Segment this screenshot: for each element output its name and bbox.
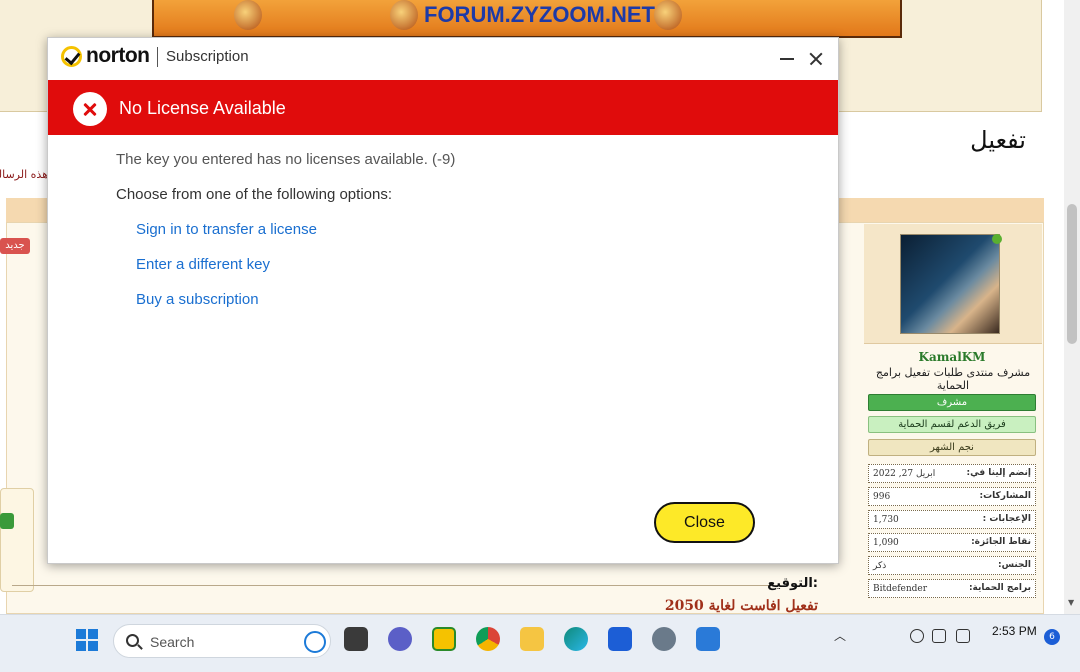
norton-logo-text: norton — [86, 44, 150, 67]
norton-taskbar-icon[interactable] — [432, 627, 456, 651]
signature-text[interactable]: تفعيل افاست لغاية 2050 — [665, 598, 818, 614]
title-separator — [157, 47, 158, 67]
windows-start-icon[interactable] — [76, 629, 98, 651]
scrollbar-thumb[interactable] — [1067, 204, 1077, 344]
side-panel — [0, 488, 34, 592]
side-action-button[interactable] — [0, 513, 14, 529]
banner-ornament-icon — [654, 0, 682, 30]
settings-gear-icon[interactable] — [652, 627, 676, 651]
stat-label: برامج الحماية: — [968, 583, 1031, 593]
bing-icon — [304, 631, 326, 653]
thread-title: تفعيل — [970, 126, 1026, 154]
task-view-icon[interactable] — [344, 627, 368, 651]
banner-ornament-icon — [234, 0, 262, 30]
online-status-icon — [992, 234, 1002, 244]
buy-subscription-link[interactable]: Buy a subscription — [136, 291, 259, 308]
avatar-frame — [864, 224, 1042, 344]
norton-subscription-dialog: norton Subscription No License Available… — [47, 37, 839, 564]
stat-label: الجنس: — [998, 560, 1031, 570]
error-title: No License Available — [119, 98, 286, 118]
message-hint: هذه الرسالة — [0, 168, 48, 181]
stat-row-likes: الإعجابات : 1,730 — [868, 510, 1036, 529]
close-button[interactable]: Close — [654, 502, 755, 543]
signature-divider — [12, 585, 780, 586]
page-scrollbar[interactable]: ▼ — [1064, 0, 1080, 614]
username[interactable]: KamalKM — [862, 350, 1042, 364]
volume-icon[interactable] — [932, 629, 946, 643]
scroll-down-icon[interactable]: ▼ — [1068, 598, 1074, 607]
stat-value: 1,730 — [873, 515, 899, 525]
calendar-app-icon[interactable] — [696, 627, 720, 651]
chevron-up-icon[interactable]: ︿ — [834, 627, 846, 644]
file-explorer-icon[interactable] — [520, 627, 544, 651]
notification-badge[interactable]: 6 — [1044, 629, 1060, 645]
stat-value: Bitdefender — [873, 584, 928, 594]
stat-row-joined: إنضم إلينا في: ابريل 27, 2022 — [868, 464, 1036, 483]
forum-banner-text: FORUM.ZYZOOM.NET — [424, 2, 655, 27]
teams-chat-icon[interactable] — [388, 627, 412, 651]
clock-time[interactable]: 2:53 PM — [992, 624, 1037, 638]
stat-value: ابريل 27, 2022 — [873, 469, 936, 479]
forum-banner[interactable]: FORUM.ZYZOOM.NET — [152, 0, 902, 38]
stat-label: نقاط الجائزة: — [971, 537, 1031, 547]
taskbar-search-box[interactable]: Search — [113, 624, 331, 658]
minimize-button[interactable] — [778, 48, 798, 68]
sign-in-transfer-link[interactable]: Sign in to transfer a license — [136, 221, 317, 238]
rank-badge-support-team: فريق الدعم لقسم الحماية — [868, 416, 1036, 433]
options-heading: Choose from one of the following options… — [116, 186, 392, 203]
new-badge: جديد — [0, 238, 30, 254]
store-icon[interactable] — [608, 627, 632, 651]
user-stats: إنضم إلينا في: ابريل 27, 2022 المشاركات:… — [864, 464, 1040, 602]
chrome-icon[interactable] — [476, 627, 500, 651]
stat-row-posts: المشاركات: 996 — [868, 487, 1036, 506]
battery-icon[interactable] — [956, 629, 970, 643]
dialog-title: Subscription — [166, 48, 249, 65]
stat-value: 1,090 — [873, 538, 899, 548]
user-profile-card: KamalKM مشرف منتدى طلبات تفعيل برامج الح… — [862, 222, 1042, 614]
enter-different-key-link[interactable]: Enter a different key — [136, 256, 270, 273]
close-icon[interactable] — [806, 48, 826, 68]
signature-label: التوقيع: — [767, 576, 818, 591]
error-x-icon — [73, 92, 107, 126]
error-message: The key you entered has no licenses avai… — [116, 151, 456, 168]
stat-label: إنضم إلينا في: — [966, 468, 1031, 478]
avatar[interactable] — [900, 234, 1000, 334]
user-title: مشرف منتدى طلبات تفعيل برامج الحماية — [875, 366, 1031, 392]
stat-row-points: نقاط الجائزة: 1,090 — [868, 533, 1036, 552]
search-icon — [126, 634, 139, 647]
stat-label: الإعجابات : — [982, 514, 1031, 524]
network-icon[interactable] — [910, 629, 924, 643]
search-placeholder: Search — [150, 634, 195, 650]
banner-ornament-icon — [390, 0, 418, 30]
stat-value: ذكر — [873, 561, 887, 571]
stat-row-security-software: برامج الحماية: Bitdefender — [868, 579, 1036, 598]
norton-check-icon — [61, 46, 82, 67]
stat-label: المشاركات: — [979, 491, 1031, 501]
error-banner: No License Available — [48, 80, 838, 135]
taskbar: Search ︿ 2:53 PM 6 — [0, 614, 1080, 672]
stat-value: 996 — [873, 492, 891, 502]
edge-icon[interactable] — [564, 627, 588, 651]
rank-badge-star-of-month: نجم الشهر — [868, 439, 1036, 456]
stat-row-gender: الجنس: ذكر — [868, 556, 1036, 575]
dialog-titlebar[interactable]: norton Subscription — [48, 38, 838, 80]
rank-badge-moderator: مشرف — [868, 394, 1036, 411]
